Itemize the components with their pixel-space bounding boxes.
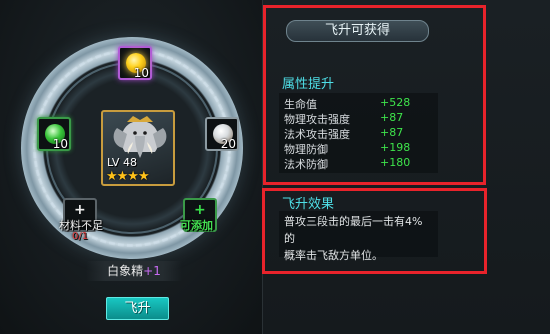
can-add-label: 可添加	[180, 219, 213, 232]
material-slot-left[interactable]: 10	[37, 117, 71, 151]
material-slot-top[interactable]: 10	[118, 46, 152, 80]
white-elephant-icon	[113, 116, 167, 158]
material-slot-right[interactable]: 20	[205, 117, 239, 151]
hero-name-plus: +1	[143, 264, 161, 278]
hero-level: LV 48	[107, 156, 137, 169]
material-progress-count: 0/1	[72, 231, 89, 242]
hero-star-rating: ★★★★	[106, 169, 150, 184]
slot-top-count: 10	[133, 66, 149, 80]
hero-portrait[interactable]: LV 48 ★★★★	[101, 110, 175, 186]
highlight-box-attributes	[263, 5, 486, 185]
hero-name-bar: 白象精+1	[86, 261, 182, 281]
hero-ascension-panel: 10 10 20 + 材料不足 0/1 + 可添加 LV 48 ★★★★ 白象精…	[0, 0, 262, 334]
highlight-box-effect	[262, 188, 487, 274]
ascend-button[interactable]: 飞升	[106, 297, 169, 320]
plus-icon: +	[74, 202, 86, 218]
slot-left-count: 10	[52, 137, 68, 151]
plus-icon: +	[194, 202, 206, 218]
slot-right-count: 20	[220, 137, 236, 151]
hero-name: 白象精	[107, 264, 144, 278]
